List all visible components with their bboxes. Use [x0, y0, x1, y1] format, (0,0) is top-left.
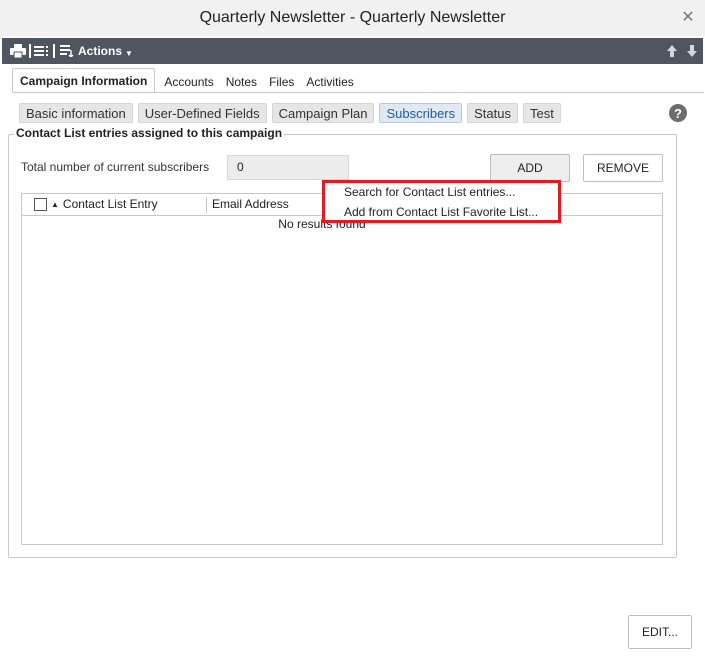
toolbar-separator: [29, 44, 31, 58]
column-contact-list-entry[interactable]: ▲ Contact List Entry: [51, 197, 158, 211]
close-icon[interactable]: ✕: [679, 8, 697, 26]
tab-notes[interactable]: Notes: [220, 71, 263, 93]
total-subscribers-field: 0: [227, 155, 349, 180]
actions-label: Actions: [78, 44, 123, 58]
select-all-checkbox[interactable]: [34, 198, 47, 211]
tab-activities[interactable]: Activities: [300, 71, 359, 93]
tab-campaign-information[interactable]: Campaign Information: [12, 68, 156, 93]
help-icon[interactable]: ?: [669, 104, 687, 122]
window-titlebar: Quarterly Newsletter - Quarterly Newslet…: [0, 0, 705, 36]
add-button[interactable]: ADD: [490, 154, 570, 182]
record-nav: [667, 38, 697, 64]
tab-files[interactable]: Files: [263, 71, 300, 93]
column-email-address[interactable]: Email Address: [212, 197, 289, 211]
list-icon[interactable]: [34, 38, 50, 64]
arrow-down-icon[interactable]: [687, 45, 697, 57]
window-title: Quarterly Newsletter - Quarterly Newslet…: [199, 9, 506, 26]
actions-list-icon: [60, 45, 74, 57]
sort-asc-icon: ▲: [51, 199, 59, 209]
subtab-campaign-plan[interactable]: Campaign Plan: [271, 103, 375, 123]
subscribers-grid: ▲ Contact List Entry Email Address No re…: [21, 193, 663, 545]
sub-tabs: Basic information User-Defined Fields Ca…: [19, 103, 561, 123]
toolbar: Actions ▼: [2, 38, 703, 64]
tab-accounts[interactable]: Accounts: [158, 71, 219, 93]
section-title: Contact List entries assigned to this ca…: [14, 126, 285, 140]
subtab-test[interactable]: Test: [522, 103, 561, 123]
total-subscribers-label: Total number of current subscribers: [21, 160, 210, 174]
remove-button[interactable]: REMOVE: [583, 154, 663, 182]
main-tabs: Campaign Information Accounts Notes File…: [12, 68, 360, 93]
arrow-up-icon[interactable]: [667, 45, 677, 57]
subtab-status[interactable]: Status: [467, 103, 518, 123]
column-label: Contact List Entry: [62, 197, 158, 211]
print-icon[interactable]: [10, 38, 26, 64]
subtab-basic-information[interactable]: Basic information: [19, 103, 133, 123]
column-divider[interactable]: [206, 197, 207, 213]
subtab-user-defined-fields[interactable]: User-Defined Fields: [137, 103, 267, 123]
toolbar-separator: [53, 44, 55, 58]
edit-button[interactable]: EDIT...: [628, 615, 692, 649]
highlight-box: [322, 180, 561, 223]
subtab-subscribers[interactable]: Subscribers: [379, 103, 463, 123]
chevron-down-icon: ▼: [125, 48, 133, 58]
actions-menu-button[interactable]: Actions ▼: [60, 44, 133, 58]
tabs-divider: [12, 92, 704, 93]
